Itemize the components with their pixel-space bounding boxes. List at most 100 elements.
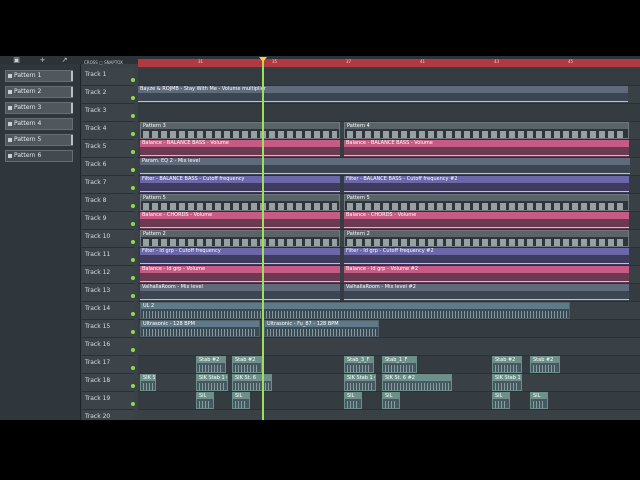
playlist-clip[interactable]: Filter - ld grp - Cutoff frequency [140,248,340,265]
playlist-clip[interactable]: SIL [196,392,214,409]
playlist-clip[interactable]: SIL [530,392,548,409]
playlist-clip[interactable]: Bayze & ROJMB - Stay With Me - Volume mu… [138,86,628,103]
track-enable-led[interactable] [131,312,135,316]
track-lane[interactable]: SIL SIL SIL SIL SIL SIL [138,392,640,410]
track-header[interactable]: Track 19 [82,392,135,410]
playlist-clip[interactable]: ValhallaRoom - Mix level [140,284,340,301]
playlist-clip[interactable]: Stab #2 [196,356,226,373]
track-header[interactable]: Track 16 [82,338,135,356]
playlist-clip[interactable]: SIK St. 6 #2 [140,374,156,391]
playlist-clip[interactable]: Ultrasonic - Fu_87 - 128 BPM [264,320,379,337]
track-header[interactable]: Track 9 [82,212,135,230]
playlist-clip[interactable]: SIL [232,392,250,409]
track-header[interactable]: Track 6 [82,158,135,176]
track-lane[interactable]: Filter - ld grp - Cutoff frequency Filter… [138,248,640,266]
playlist-clip[interactable]: ValhallaRoom - Mix level #2 [344,284,629,301]
track-lane[interactable]: SIK St. 6 #2 SIK Stab 1 6 #2 SIK St. 6 SIK … [138,374,640,392]
playlist-clip[interactable]: Balance - ld grp - Volume #2 [344,266,629,283]
track-header[interactable]: Track 12 [82,266,135,284]
track-enable-led[interactable] [131,258,135,262]
track-enable-led[interactable] [131,240,135,244]
track-enable-led[interactable] [131,132,135,136]
track-lane[interactable]: Ultrasonic - 128 BPM Ultrasonic - Fu_87 -… [138,320,640,338]
playlist-clip[interactable]: SIL [344,392,362,409]
track-lane[interactable]: Bayze & ROJMB - Stay With Me - Volume mu… [138,86,640,104]
track-header[interactable]: Track 11 [82,248,135,266]
playlist-clip[interactable]: Pattern 2 [344,230,629,247]
playlist-clip[interactable]: Stab #2 [232,356,262,373]
track-lane[interactable]: Balance - ld grp - Volume Balance - ld gr… [138,266,640,284]
track-enable-led[interactable] [131,330,135,334]
track-header[interactable]: Track 13 [82,284,135,302]
track-header[interactable]: Track 15 [82,320,135,338]
playlist-clip[interactable]: SIK Stab 1 6 #2 [196,374,228,391]
playlist-clip[interactable]: SIL [492,392,510,409]
playlist-clip[interactable]: SIK Stab 1 6 [344,374,376,391]
playlist-clip[interactable]: Stab_1_F [382,356,417,373]
timeline-ruler[interactable]: 31 35 37 41 43 45 [138,59,640,67]
track-lane[interactable]: Filter - BALANCE BASS - Cutoff frequency… [138,176,640,194]
arrow-icon[interactable]: ↗ [60,57,69,64]
playlist-clip[interactable]: Balance - BALANCE BASS - Volume [140,140,340,157]
playlist-clip[interactable]: SIK St. 6 #2 [382,374,452,391]
track-enable-led[interactable] [131,222,135,226]
playlist-clip[interactable]: Pattern 4 [344,122,629,139]
pattern-item-1[interactable]: Pattern 1 [5,70,73,82]
track-lane[interactable]: UL 2 [138,302,640,320]
track-header[interactable]: Track 4 [82,122,135,140]
playlist-clip[interactable]: Filter - ld grp - Cutoff frequency #2 [344,248,629,265]
track-enable-led[interactable] [131,276,135,280]
track-header[interactable]: Track 17 [82,356,135,374]
pattern-item-2[interactable]: Pattern 2 [5,86,73,98]
playlist-clip[interactable]: Balance - BALANCE BASS - Volume [344,140,629,157]
track-lane[interactable] [138,104,640,122]
track-enable-led[interactable] [131,78,135,82]
track-header[interactable]: Track 20 [82,410,134,420]
track-lane[interactable]: Pattern 5 Pattern 5 [138,194,640,212]
track-header[interactable]: Track 7 [82,176,135,194]
playlist-clip[interactable]: Stab_3_F [344,356,374,373]
playlist-clip[interactable]: Pattern 3 [140,122,340,139]
pattern-item-5[interactable]: Pattern 5 [5,134,73,146]
playlist-clip[interactable]: Filter - BALANCE BASS - Cutoff frequency [140,176,340,193]
track-header[interactable]: Track 18 [82,374,135,392]
track-header[interactable]: Track 2 [82,86,135,104]
track-lane[interactable]: Stab #2 Stab #2 Stab_3_F Stab_1_F Stab #2 Sta… [138,356,640,374]
playlist-clip[interactable]: SIL [382,392,400,409]
playlist-clip[interactable]: Balance - ld grp - Volume [140,266,340,283]
track-lane[interactable] [138,68,640,86]
cross-toggle[interactable]: CROSS ▢ SNAPTOX [84,60,123,65]
track-header[interactable]: Track 8 [82,194,135,212]
track-lane[interactable]: Balance - CHORDS - Volume Balance - CHORD… [138,212,640,230]
playlist-clip[interactable]: UL 2 [140,302,570,319]
playhead[interactable] [259,57,267,420]
playlist-clip[interactable]: Stab #2 [492,356,522,373]
playlist-clip[interactable]: Balance - CHORDS - Volume [344,212,629,229]
track-lane[interactable] [138,410,640,420]
track-lane[interactable]: Pattern 2 Pattern 2 [138,230,640,248]
playlist-clip[interactable]: Ultrasonic - 128 BPM [140,320,260,337]
playlist-clip[interactable]: SIK St. 6 [232,374,272,391]
track-header[interactable]: Track 5 [82,140,135,158]
track-enable-led[interactable] [131,114,135,118]
track-lane[interactable]: ValhallaRoom - Mix level ValhallaRoom - M… [138,284,640,302]
playlist-clip[interactable]: Pattern 5 [140,194,340,211]
track-enable-led[interactable] [131,294,135,298]
track-header[interactable]: Track 10 [82,230,135,248]
track-enable-led[interactable] [131,348,135,352]
track-enable-led[interactable] [131,402,135,406]
track-enable-led[interactable] [131,96,135,100]
track-header[interactable]: Track 3 [82,104,135,122]
playlist-clip[interactable]: Pattern 2 [140,230,340,247]
track-lane[interactable] [138,338,640,356]
playlist-clip[interactable]: Balance - CHORDS - Volume [140,212,340,229]
track-enable-led[interactable] [131,168,135,172]
playlist-clip[interactable]: SIK Stab 1 6 #2 [492,374,522,391]
track-header[interactable]: Track 1 [82,68,135,86]
track-enable-led[interactable] [131,366,135,370]
track-enable-led[interactable] [131,150,135,154]
track-lane[interactable]: Balance - BALANCE BASS - Volume Balance -… [138,140,640,158]
snap-icon[interactable]: ▣ [12,57,21,64]
pattern-item-6[interactable]: Pattern 6 [5,150,73,162]
pattern-item-4[interactable]: Pattern 4 [5,118,73,130]
